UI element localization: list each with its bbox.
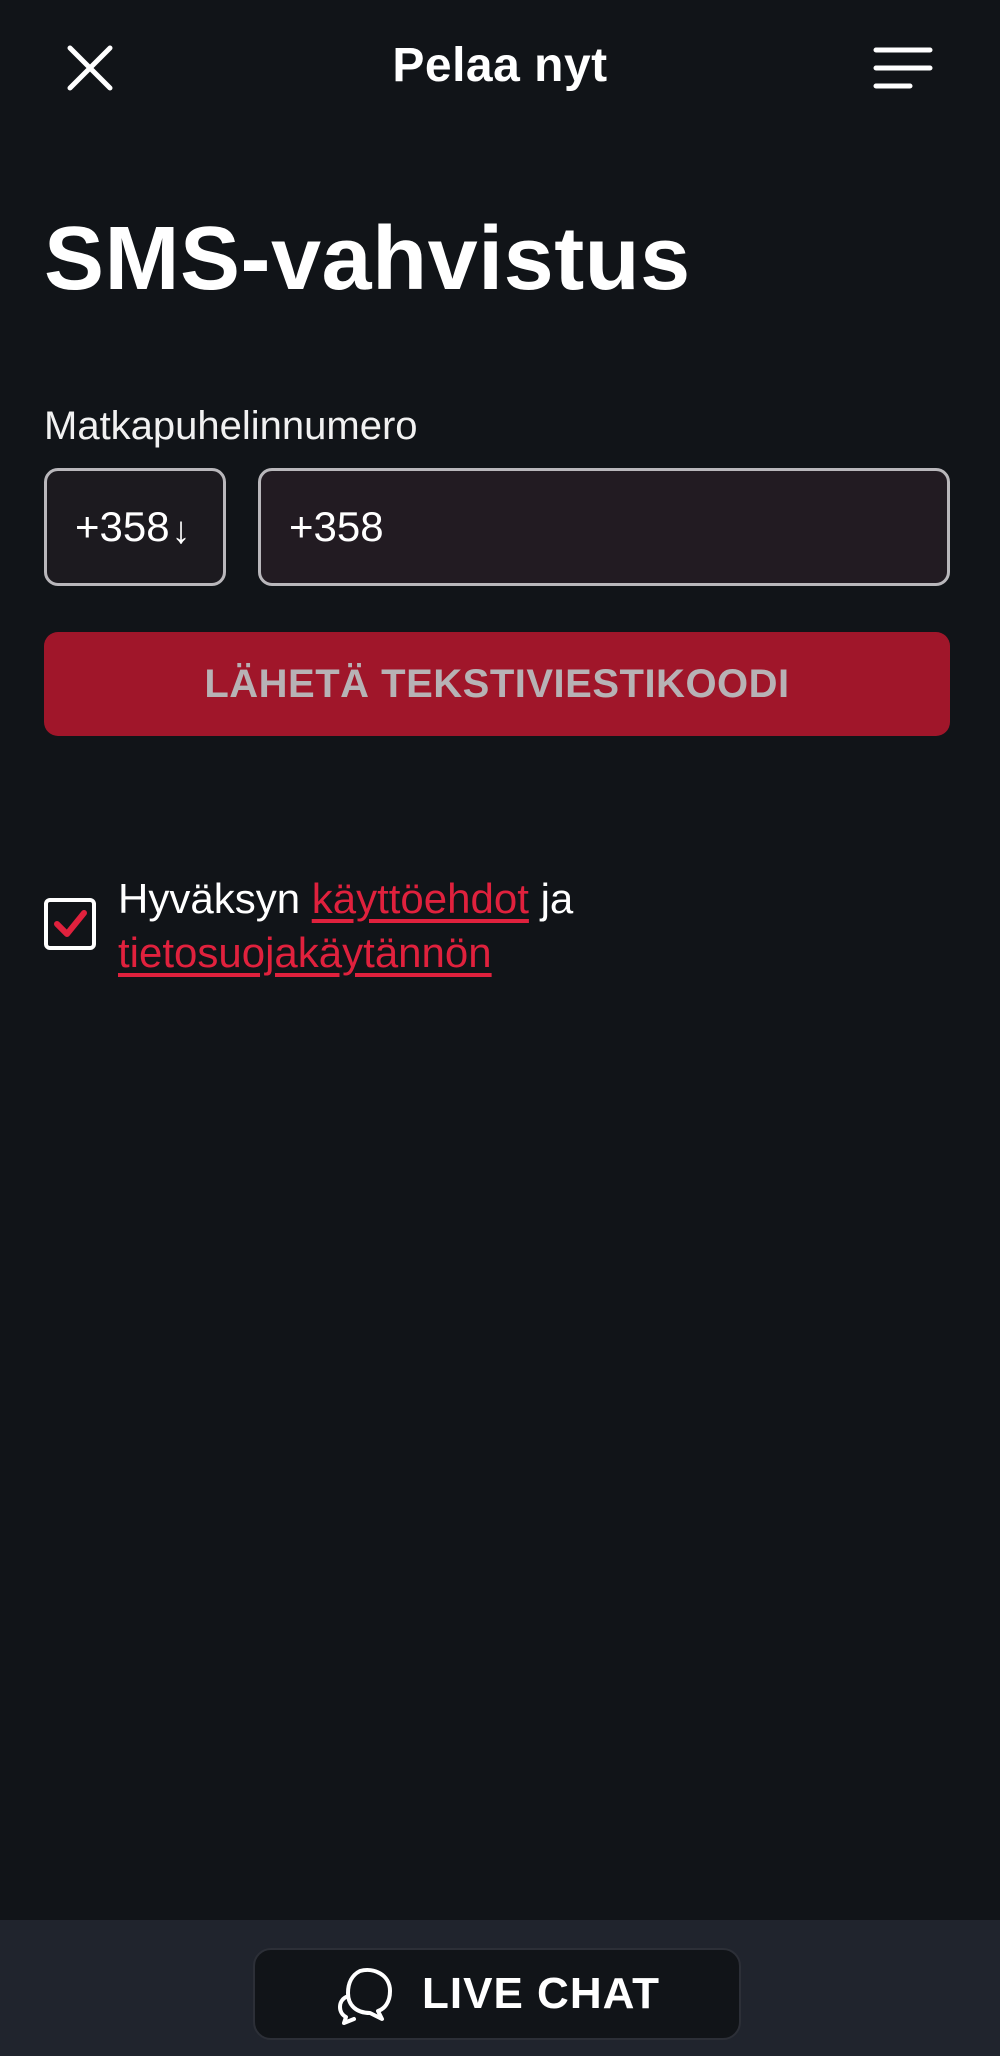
phone-number-input[interactable] — [258, 468, 950, 586]
privacy-policy-link[interactable]: tietosuojakäytännön — [118, 929, 492, 976]
menu-icon — [873, 47, 933, 89]
consent-text: Hyväksyn käyttöehdot ja tietosuojakäytän… — [118, 872, 938, 980]
country-code-value: +358 — [75, 503, 170, 550]
live-chat-label: LIVE CHAT — [422, 1969, 660, 2018]
page-title: SMS-vahvistus — [44, 209, 691, 309]
live-chat-button[interactable]: LIVE CHAT — [253, 1948, 741, 2040]
checkmark-icon — [54, 910, 87, 937]
consent-prefix: Hyväksyn — [118, 875, 301, 922]
top-bar: Pelaa nyt — [0, 0, 1000, 136]
phone-label: Matkapuhelinnumero — [44, 404, 418, 448]
terms-link[interactable]: käyttöehdot — [312, 875, 529, 922]
consent-conjunction: ja — [540, 875, 574, 922]
header-title: Pelaa nyt — [392, 39, 608, 92]
chat-bubble-icon — [338, 1968, 393, 2025]
menu-button[interactable] — [870, 40, 936, 96]
send-sms-code-button[interactable]: LÄHETÄ TEKSTIVIESTIKOODI — [44, 632, 950, 736]
consent-checkbox[interactable] — [44, 898, 96, 950]
country-code-select[interactable]: +358 ↓ — [44, 468, 226, 586]
arrow-down-icon: ↓ — [171, 509, 191, 552]
